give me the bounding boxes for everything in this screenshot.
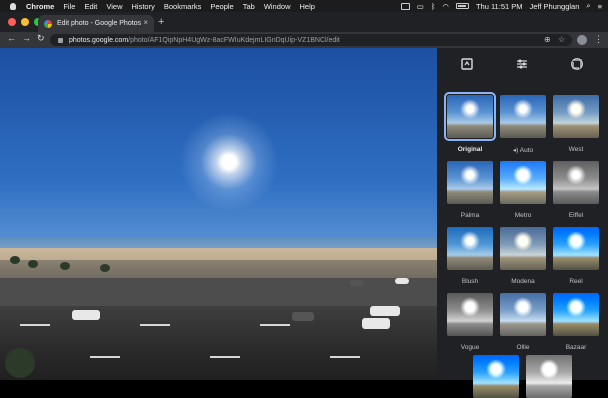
filter-thumb-west[interactable] (553, 95, 599, 138)
parking-lot (0, 278, 437, 308)
auto-icon: ◂) (512, 147, 519, 154)
url-host: photos.google.com (69, 36, 129, 44)
menubar-status-area: ▭ ᛒ ◠ Thu 11:51 PM Jeff Phungglan ⌕ ≡ (400, 0, 602, 12)
menu-bookmarks[interactable]: Bookmarks (164, 2, 202, 11)
menu-view[interactable]: View (106, 2, 122, 11)
adjust-tab-icon[interactable] (514, 56, 530, 72)
filter-thumb-bazaar[interactable] (553, 293, 599, 336)
filter-thumb-palma[interactable] (447, 161, 493, 204)
filter-thumb-eiffel[interactable] (553, 161, 599, 204)
search-icon[interactable]: ⌕ (586, 1, 590, 11)
menubar-user[interactable]: Jeff Phungglan (530, 2, 580, 11)
browser-menu-button[interactable]: ⋮ (594, 34, 603, 45)
menu-help[interactable]: Help (300, 2, 315, 11)
address-bar[interactable]: photos.google.com /photo/AF1QipNpH4UgWz-… (50, 34, 572, 46)
battery-icon[interactable] (455, 3, 469, 9)
filter-thumb-modena[interactable] (500, 227, 546, 270)
filters-tab-icon[interactable] (459, 56, 475, 72)
menu-file[interactable]: File (63, 2, 75, 11)
car (362, 318, 390, 329)
filter-thumb[interactable] (473, 355, 519, 398)
menubar-clock[interactable]: Thu 11:51 PM (476, 2, 523, 11)
forward-button[interactable]: → (22, 33, 31, 43)
minimize-window-icon[interactable] (21, 18, 29, 26)
filter-label: Eiffel (568, 212, 584, 219)
menu-list-icon[interactable]: ≡ (598, 2, 602, 11)
google-photos-favicon-icon (44, 19, 52, 28)
crop-rotate-tab-icon[interactable] (569, 56, 585, 72)
back-button[interactable]: ← (7, 33, 16, 43)
filter-thumb[interactable] (526, 355, 572, 398)
car (350, 280, 364, 286)
close-window-icon[interactable] (8, 18, 16, 26)
filter-label: Modena (511, 278, 535, 285)
filter-label: Vogue (460, 344, 480, 351)
filter-label: Metro (514, 212, 532, 219)
menu-tab[interactable]: Tab (243, 2, 255, 11)
new-tab-button[interactable]: + (158, 16, 164, 28)
browser-tab-strip: Edit photo - Google Photos × + (0, 12, 608, 32)
edit-side-panel: Original ◂) Auto West Palma Metro Eiffel… (437, 48, 608, 398)
wifi-icon[interactable]: ◠ (442, 2, 449, 11)
edit-mode-tabs (437, 48, 608, 80)
filter-label: Ollie (516, 344, 530, 351)
active-tab[interactable]: Edit photo - Google Photos × (38, 15, 154, 32)
filter-thumb-auto[interactable] (500, 95, 546, 138)
car (370, 306, 400, 316)
menu-history[interactable]: History (132, 2, 155, 11)
filter-label: West (568, 146, 584, 153)
filter-label-auto: ◂) Auto (512, 147, 534, 154)
airplay-icon[interactable]: ▭ (417, 2, 424, 11)
window-controls (8, 18, 42, 26)
profile-avatar[interactable] (577, 35, 587, 45)
filter-thumb-vogue[interactable] (447, 293, 493, 336)
filter-thumb-original[interactable] (444, 92, 496, 141)
car (292, 312, 314, 321)
apple-icon[interactable] (10, 2, 16, 10)
filter-label: Original (457, 146, 483, 153)
bookmark-star-icon[interactable]: ☆ (558, 35, 565, 44)
car (72, 310, 100, 320)
reload-button[interactable]: ↻ (37, 33, 45, 44)
macos-menubar: Chrome File Edit View History Bookmarks … (0, 0, 608, 12)
menu-window[interactable]: Window (264, 2, 291, 11)
filter-label: Reel (569, 278, 583, 285)
tab-close-icon[interactable]: × (143, 18, 148, 27)
filter-label: Palma (460, 212, 480, 219)
filter-label: Bazaar (565, 344, 587, 351)
screen-share-icon[interactable] (400, 2, 410, 10)
url-path: /photo/AF1QipNpH4UgWz-8acFWIuKdejmLIGnDq… (128, 36, 340, 44)
tab-title: Edit photo - Google Photos (57, 20, 142, 27)
bluetooth-icon[interactable]: ᛒ (431, 2, 436, 11)
lens-icon[interactable]: ⊕ (544, 35, 551, 44)
lock-icon[interactable] (58, 37, 63, 43)
menu-app-name[interactable]: Chrome (26, 2, 54, 11)
menu-people[interactable]: People (210, 2, 233, 11)
filter-thumb-blush[interactable] (447, 227, 493, 270)
browser-toolbar: ← → ↻ photos.google.com /photo/AF1QipNpH… (0, 32, 608, 48)
filter-thumb-ollie[interactable] (500, 293, 546, 336)
filter-label: Blush (461, 278, 479, 285)
menu-edit[interactable]: Edit (84, 2, 97, 11)
photo-preview (0, 48, 437, 380)
sun-glare (179, 112, 279, 212)
filter-thumb-metro[interactable] (500, 161, 546, 204)
car (395, 278, 409, 284)
filter-thumb-reel[interactable] (553, 227, 599, 270)
